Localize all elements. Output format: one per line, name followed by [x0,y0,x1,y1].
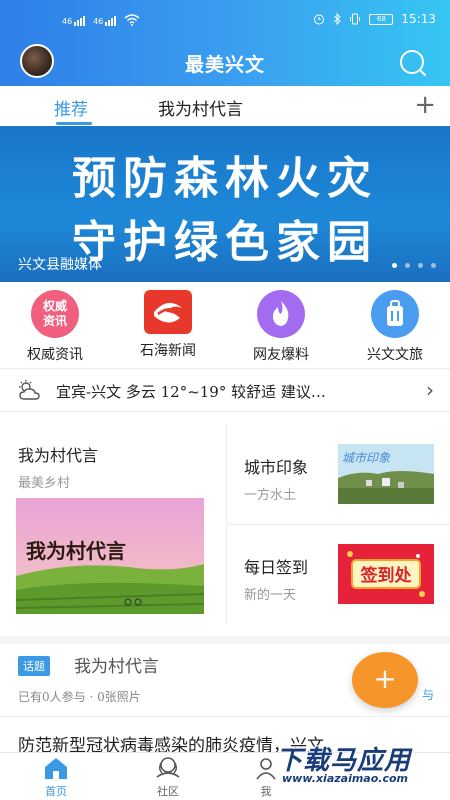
add-channel-icon[interactable]: + [414,90,436,120]
village-spokesman-image-text: 我为村代言 [26,539,126,563]
feature-subtitle: 新的一天 [244,588,297,603]
topic-join-button[interactable]: 与 [422,686,434,703]
signal-bars-icon [74,16,86,26]
feature-title: 我为村代言 [18,446,99,465]
quick-entry-shihai-news[interactable]: 石海新闻 [113,290,223,360]
village-spokesman-image: 我为村代言 [16,498,204,614]
carousel-dot[interactable] [405,263,410,268]
weather-bar[interactable]: 宜宾-兴文 多云 12°~19° 较舒适 建议… › [0,368,450,412]
signal-indicator-2: 46 [93,16,117,26]
feature-title: 每日签到 [244,558,309,577]
banner-carousel[interactable]: 预防森林火灾 守护绿色家园 兴文县融媒体 [0,126,450,282]
shihai-news-icon [144,290,192,334]
watermark: 下载马应用 www.xiazaimao.com [276,740,446,790]
chevron-right-icon[interactable]: › [426,378,434,402]
fire-icon [257,290,305,338]
quick-entry-netizen-report[interactable]: 网友爆料 [226,290,336,364]
topic-meta: 已有0人参与 · 0张照片 [18,690,141,704]
authority-news-icon: 权威 资讯 [31,290,79,338]
tab-active-indicator [56,122,92,125]
nav-community[interactable]: 社区 [128,755,208,799]
quick-entry-label: 石海新闻 [140,343,196,359]
feature-section: 我为村代言 最美乡村 我为村代言 城市印象 一方水土 城市印象 每日签到 新的一… [0,424,450,624]
battery-icon: 68 [369,13,394,25]
wifi-icon [124,14,140,26]
clock: 15:13 [401,12,436,26]
city-impression-image: 城市印象 [338,444,434,504]
divider [226,524,450,525]
city-impression-image-text: 城市印象 [342,451,391,465]
daily-signin-image-text: 签到处 [360,565,413,586]
search-icon[interactable] [398,47,428,77]
luggage-icon [371,290,419,338]
topic-title: 我为村代言 [74,657,159,677]
app-header: 46 46 68 15:13 最美兴文 [0,0,450,86]
banner-caption: 兴文县融媒体 [18,257,102,273]
signal-bars-icon [105,16,117,26]
quick-entry-label: 兴文文旅 [367,347,423,363]
quick-entry-grid: 权威 资讯 权威资讯 石海新闻 网友爆料 兴文文旅 [0,282,450,368]
topic-badge: 话题 [18,656,50,676]
partly-cloudy-icon [19,380,40,400]
carousel-dot[interactable] [418,263,423,268]
tab-recommend[interactable]: 推荐 [54,95,88,120]
quick-entry-authority-news[interactable]: 权威 资讯 权威资讯 [0,290,110,364]
carousel-dot[interactable] [392,263,397,268]
quick-entry-label: 权威资讯 [27,347,83,363]
feature-title: 城市印象 [244,458,309,477]
tab-village-spokesman[interactable]: 我为村代言 [158,95,243,120]
quick-entry-label: 网友爆料 [253,347,309,363]
carousel-dot[interactable] [431,263,436,268]
watermark-url: www.xiazaimao.com [282,772,409,785]
daily-signin-image: 签到处 [338,544,434,604]
quick-entry-culture-tourism[interactable]: 兴文文旅 [340,290,450,364]
feature-subtitle: 一方水土 [244,488,297,503]
channel-tabs: 推荐 我为村代言 + [0,86,450,126]
carousel-indicator [392,263,436,268]
nav-home[interactable]: 首页 [16,755,96,799]
banner-headline-1: 预防森林火灾 [72,153,378,204]
alarm-icon [314,14,325,25]
home-icon [45,758,67,779]
floating-add-button[interactable]: + [352,652,418,708]
app-title: 最美兴文 [184,54,265,76]
status-bar: 46 46 68 15:13 [0,0,450,40]
weather-text: 宜宾-兴文 多云 12°~19° 较舒适 建议… [56,383,326,401]
vibrate-icon [350,13,361,25]
community-icon [156,757,180,778]
feature-subtitle: 最美乡村 [18,476,71,491]
bluetooth-icon [334,13,342,25]
signal-indicator-1: 46 [62,16,86,26]
